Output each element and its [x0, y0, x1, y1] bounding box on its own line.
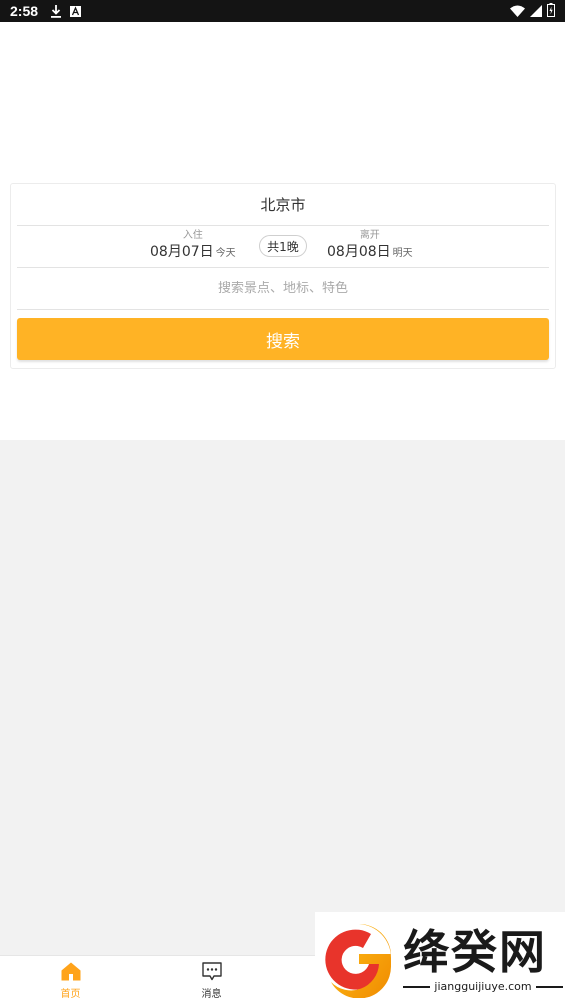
font-a-icon [70, 5, 82, 17]
nav-item-home[interactable]: 首页 [0, 956, 141, 1004]
keyword-search-input[interactable] [17, 281, 549, 296]
checkout-day: 明天 [392, 248, 413, 259]
status-bar: 2:58 [0, 0, 565, 22]
search-button[interactable]: 搜索 [17, 318, 549, 360]
watermark-logo-icon [319, 918, 395, 1002]
battery-icon [547, 2, 555, 21]
nights-badge: 共1晚 [259, 235, 307, 257]
nav-item-messages[interactable]: 消息 [141, 956, 282, 1004]
message-icon [201, 960, 223, 982]
home-icon [60, 960, 82, 982]
watermark-url-row: jiangguijiuye.com [403, 980, 564, 993]
hotel-search-card: 北京市 入住 08月07日 今天 共1晚 离开 08月08日 明天 搜索 [10, 183, 556, 369]
wifi-icon [510, 2, 525, 21]
watermark-url: jiangguijiuye.com [434, 980, 532, 993]
checkout-label: 离开 [359, 230, 380, 241]
status-time: 2:58 [10, 3, 39, 19]
nav-label-messages: 消息 [201, 989, 222, 1000]
checkin-day: 今天 [215, 248, 236, 259]
checkin-date[interactable]: 入住 08月07日 今天 [150, 230, 236, 264]
checkout-date[interactable]: 离开 08月08日 明天 [327, 230, 413, 264]
download-icon [50, 4, 62, 18]
city-label: 北京市 [260, 196, 306, 214]
checkin-date-value: 08月07日 [150, 244, 214, 260]
watermark-line-left [403, 985, 431, 988]
checkin-label: 入住 [182, 230, 203, 241]
keyword-row [17, 268, 549, 310]
checkout-date-value: 08月08日 [327, 244, 391, 260]
watermark-brand: 绛癸网 [403, 925, 547, 979]
signal-icon [530, 2, 542, 21]
nav-label-home: 首页 [60, 989, 81, 1000]
date-selector: 入住 08月07日 今天 共1晚 离开 08月08日 明天 [17, 226, 549, 268]
city-selector[interactable]: 北京市 [17, 184, 549, 226]
watermark: 绛癸网 jiangguijiuye.com [315, 912, 565, 1004]
watermark-line-right [535, 985, 564, 988]
